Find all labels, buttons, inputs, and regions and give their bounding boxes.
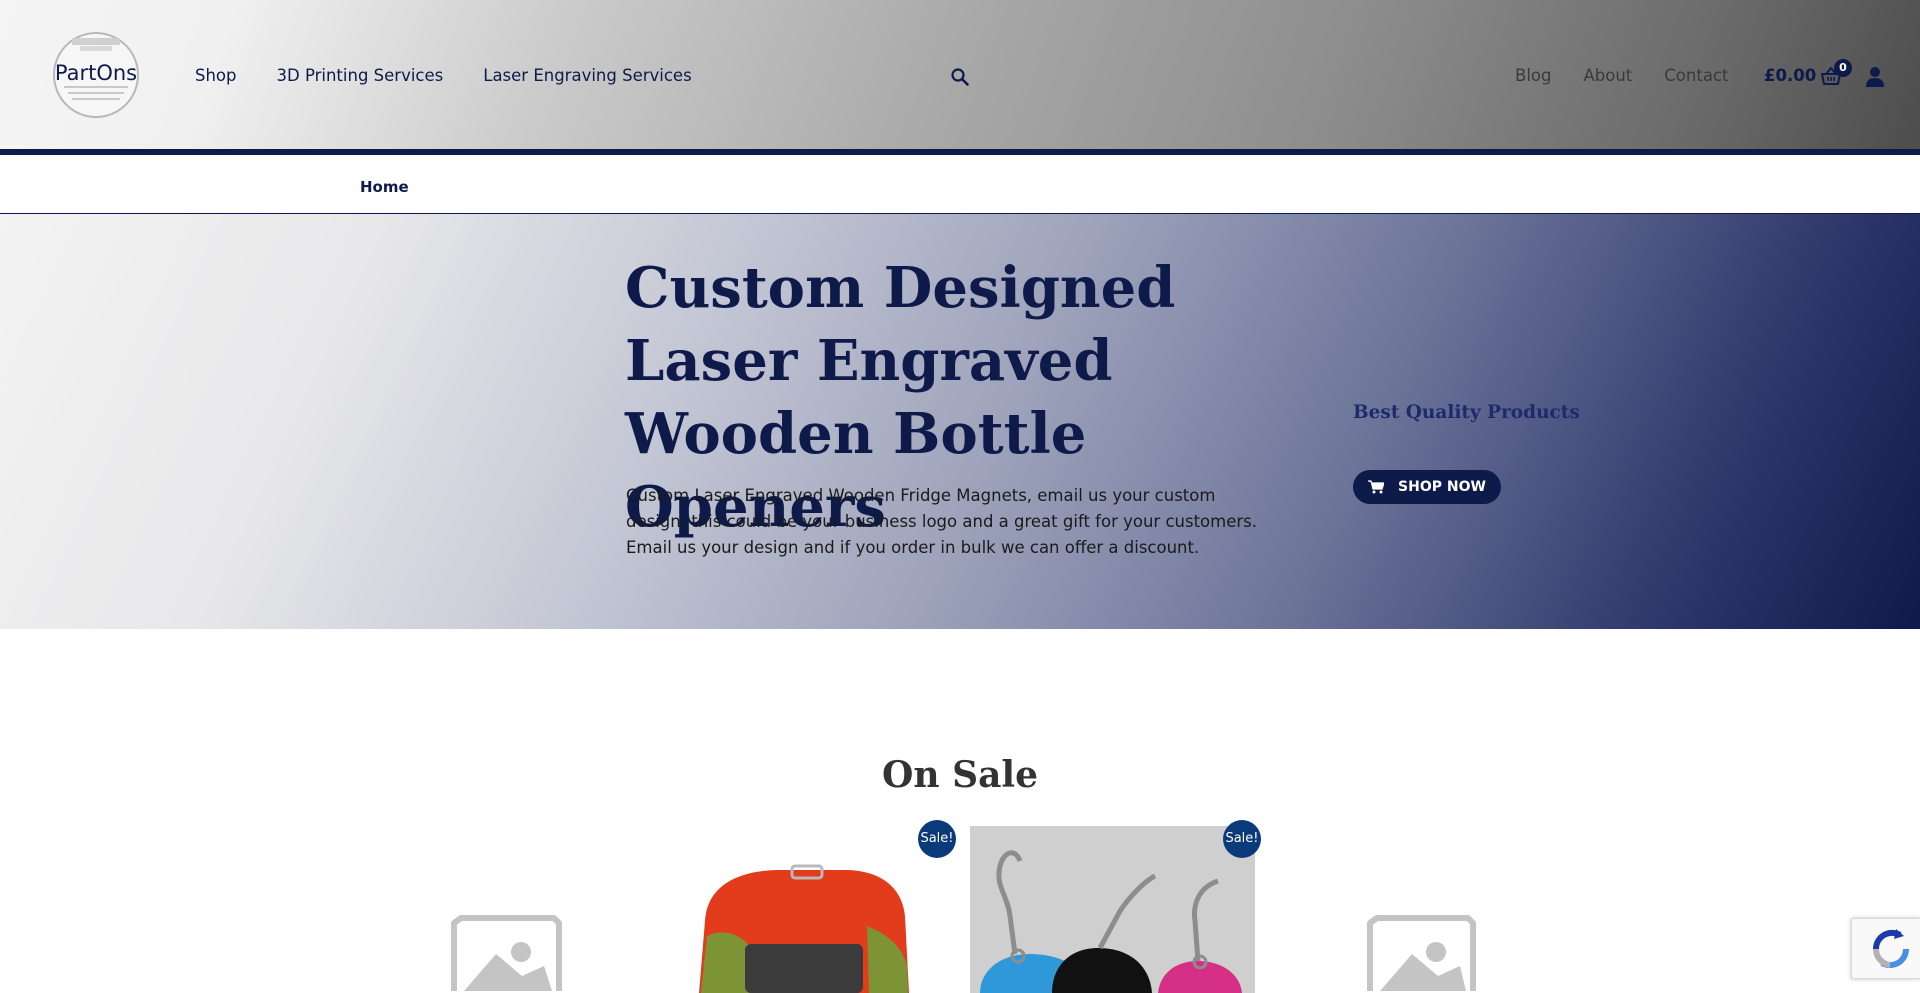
secondary-nav: Blog About Contact <box>1515 66 1728 85</box>
breadcrumb-home[interactable]: Home <box>360 178 409 196</box>
product-card-2[interactable] <box>697 826 910 993</box>
cart-total[interactable]: £0.00 <box>1764 66 1816 85</box>
watch-strap-product-image <box>697 826 910 993</box>
cart-count-badge: 0 <box>1834 59 1852 77</box>
sale-badge-product-2[interactable]: Sale! <box>918 820 956 858</box>
user-account-icon[interactable] <box>1865 66 1885 87</box>
nav-blog[interactable]: Blog <box>1515 66 1551 85</box>
breadcrumb-bar: Home <box>0 161 1920 214</box>
hero-banner: Custom Designed Laser Engraved Wooden Bo… <box>0 214 1920 629</box>
product-card-4[interactable] <box>1354 826 1637 993</box>
nav-contact[interactable]: Contact <box>1664 66 1728 85</box>
sale-badge-product-3[interactable]: Sale! <box>1223 820 1261 858</box>
hero-side-title: Best Quality Products <box>1353 402 1580 423</box>
svg-text:PartOns: PartOns <box>55 61 137 85</box>
search-icon[interactable] <box>950 67 970 87</box>
partons-logo[interactable]: PartOns <box>42 30 154 120</box>
keychain-tags-product-image <box>970 826 1255 993</box>
product-card-3[interactable] <box>970 826 1255 993</box>
shopping-cart-icon <box>1368 480 1385 494</box>
main-nav: Shop 3D Printing Services Laser Engravin… <box>195 66 692 85</box>
site-header: PartOns Shop 3D Printing Services Laser … <box>0 0 1920 155</box>
recaptcha-badge[interactable] <box>1851 918 1920 979</box>
shop-now-label: SHOP NOW <box>1398 479 1486 495</box>
nav-shop[interactable]: Shop <box>195 66 237 85</box>
hero-description: Custom Laser Engraved Wooden Fridge Magn… <box>626 486 1257 557</box>
nav-about[interactable]: About <box>1583 66 1632 85</box>
placeholder-image-icon <box>1354 826 1637 993</box>
shop-now-button[interactable]: SHOP NOW <box>1353 470 1501 504</box>
placeholder-image-icon <box>440 826 723 993</box>
on-sale-heading: On Sale <box>882 754 1038 796</box>
recaptcha-icon <box>1872 929 1910 969</box>
product-card-1[interactable] <box>440 826 723 993</box>
nav-3d-printing[interactable]: 3D Printing Services <box>277 66 444 85</box>
nav-laser-engraving[interactable]: Laser Engraving Services <box>483 66 691 85</box>
